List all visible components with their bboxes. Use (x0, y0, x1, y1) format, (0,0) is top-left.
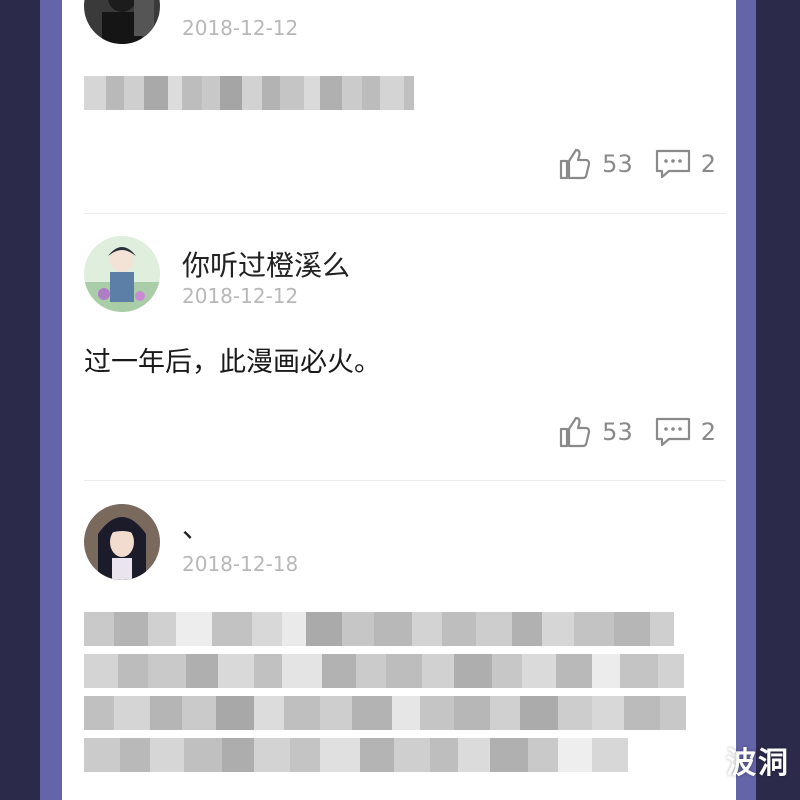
comment-text: 过一年后，此漫画必火。 (84, 347, 381, 378)
watermark-text: 波洞 (726, 746, 790, 781)
like-count: 53 (602, 150, 633, 178)
like-button[interactable]: 53 (558, 415, 633, 449)
reply-button[interactable]: 2 (655, 148, 716, 180)
watermark-logo: 波洞 (680, 738, 790, 782)
thumbs-up-icon (560, 416, 591, 448)
comment-actions: 53 2 (536, 412, 716, 452)
left-frame-border (40, 0, 62, 800)
blurred-comment-text (84, 696, 686, 730)
blurred-comment-text (84, 654, 684, 688)
comment-username[interactable]: 、 (182, 506, 210, 546)
comment-list[interactable]: 2018-12-12 53 2 你听过橙溪么 2018-12-12 过一年后，此… (62, 0, 736, 800)
blurred-comment-text (84, 76, 414, 110)
left-backdrop (0, 0, 40, 800)
comment-divider (84, 213, 726, 214)
wave-logo-icon (682, 742, 718, 778)
avatar[interactable] (84, 236, 160, 312)
comment-username[interactable]: 你听过橙溪么 (182, 244, 350, 284)
comment-date: 2018-12-12 (182, 16, 299, 40)
like-button[interactable]: 53 (558, 147, 633, 181)
blurred-comment-text (84, 738, 628, 772)
comment-bubble-icon (655, 149, 690, 179)
comment-date: 2018-12-18 (182, 552, 299, 576)
comment-bubble-icon (655, 417, 690, 447)
reply-count: 2 (700, 150, 716, 178)
reply-button[interactable]: 2 (655, 416, 716, 448)
comment-date: 2018-12-12 (182, 284, 299, 308)
avatar[interactable] (84, 504, 160, 580)
right-backdrop (756, 0, 800, 800)
comment-actions: 53 2 (536, 144, 716, 184)
right-frame-border (736, 0, 756, 800)
like-count: 53 (602, 418, 633, 446)
thumbs-up-icon (560, 148, 591, 180)
comment-divider (84, 480, 726, 481)
blurred-comment-text (84, 612, 674, 646)
reply-count: 2 (700, 418, 716, 446)
avatar[interactable] (84, 0, 160, 44)
